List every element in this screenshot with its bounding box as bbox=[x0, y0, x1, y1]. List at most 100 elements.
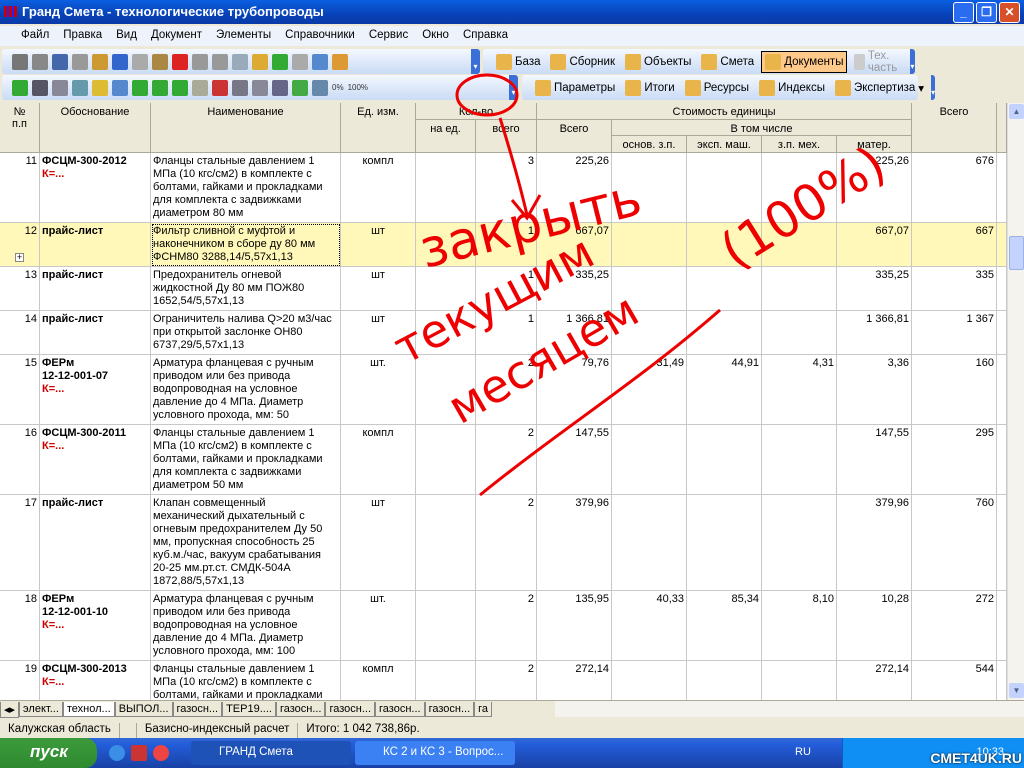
properties-icon[interactable] bbox=[192, 53, 208, 70]
coefficient-link[interactable]: К=... bbox=[42, 676, 148, 689]
copy-icon[interactable] bbox=[52, 53, 68, 70]
coefficient-link[interactable]: К=... bbox=[42, 440, 148, 453]
toolbar-button-objects[interactable]: Объекты bbox=[622, 52, 694, 72]
toolbar-button-estimate[interactable]: Смета bbox=[698, 52, 757, 72]
save-icon[interactable] bbox=[12, 53, 28, 70]
sheet-tab[interactable]: газосн... bbox=[325, 702, 376, 717]
split-icon[interactable] bbox=[312, 53, 328, 70]
menu-1[interactable]: Правка bbox=[56, 26, 109, 46]
maximize-button[interactable]: ❐ bbox=[976, 2, 997, 23]
menu-8[interactable]: Справка bbox=[456, 26, 515, 46]
folder-up-icon[interactable] bbox=[252, 53, 268, 70]
toolbar-options-button[interactable]: ▾ bbox=[509, 75, 518, 100]
add-position-icon[interactable] bbox=[132, 79, 148, 96]
vertical-scrollbar[interactable]: ▲ ▼ bbox=[1007, 103, 1024, 700]
expand-row-button[interactable]: + bbox=[15, 253, 24, 262]
toolbar-options-button[interactable]: ▾ bbox=[471, 49, 480, 74]
binoculars-icon[interactable] bbox=[232, 79, 248, 96]
toolbar-button-tech-part[interactable]: Тех. часть bbox=[851, 48, 905, 76]
scroll-down-button[interactable]: ▼ bbox=[1009, 683, 1024, 698]
sheet-tab[interactable]: элект... bbox=[19, 702, 63, 717]
remove-icon[interactable] bbox=[212, 79, 228, 96]
sheet-tab[interactable]: газосн... bbox=[275, 702, 326, 717]
chart-icon[interactable] bbox=[292, 79, 308, 96]
toolbar-button-documents[interactable]: Документы bbox=[761, 50, 848, 73]
sheet-tab[interactable]: газосн... bbox=[172, 702, 223, 717]
add-material-icon[interactable] bbox=[192, 79, 208, 96]
language-indicator[interactable]: RU bbox=[795, 746, 811, 758]
menu-4[interactable]: Элементы bbox=[209, 26, 278, 46]
calculator-icon[interactable] bbox=[52, 79, 68, 96]
paste-icon[interactable] bbox=[92, 53, 108, 70]
sort-icon[interactable] bbox=[232, 53, 248, 70]
save-all-icon[interactable] bbox=[32, 53, 48, 70]
menu-2[interactable]: Вид bbox=[109, 26, 144, 46]
redo-icon[interactable] bbox=[132, 53, 148, 70]
basis-code: прайс-лист bbox=[42, 269, 104, 281]
percent-0-close-button[interactable]: 0% bbox=[332, 83, 344, 92]
toolbar-button-collection[interactable]: Сборник bbox=[547, 52, 618, 72]
add-work-icon[interactable] bbox=[152, 79, 168, 96]
toolbar-options-button[interactable]: ▾ bbox=[931, 75, 936, 100]
book-icon[interactable] bbox=[312, 79, 328, 96]
mail-agent-icon[interactable] bbox=[153, 745, 169, 761]
navigation-toolbar: База Сборник Объекты Смета Документы Тех. час… bbox=[483, 49, 915, 74]
menu-0[interactable]: Файл bbox=[14, 26, 56, 46]
cut-icon[interactable] bbox=[72, 53, 88, 70]
coefficient-link[interactable]: К=... bbox=[42, 168, 148, 181]
edit-icon[interactable] bbox=[332, 53, 348, 70]
sheet-tab[interactable]: газосн... bbox=[424, 702, 475, 717]
coefficient-link[interactable]: К=... bbox=[42, 619, 148, 632]
collection-label: Сборник bbox=[569, 55, 615, 68]
sheet-tab[interactable]: га bbox=[474, 702, 493, 717]
excel-icon[interactable] bbox=[12, 79, 28, 96]
percent-icon[interactable] bbox=[272, 79, 288, 96]
percent-100-close-button[interactable]: 100% bbox=[348, 83, 368, 92]
toolbar-button-parameters[interactable]: Параметры bbox=[532, 78, 618, 98]
undo-icon[interactable] bbox=[112, 53, 128, 70]
header-basis: Обоснование bbox=[40, 103, 151, 153]
sheet-tab[interactable]: газосн... bbox=[375, 702, 425, 717]
start-button[interactable]: пуск bbox=[0, 738, 97, 768]
horizontal-scrollbar[interactable] bbox=[555, 701, 1024, 717]
sheet-tab[interactable]: ВЫПОЛ... bbox=[114, 702, 173, 717]
sheet-tab[interactable]: технол... bbox=[62, 702, 115, 717]
pdf-icon[interactable] bbox=[131, 745, 147, 761]
status-bar: Калужская область Базисно-индексный расч… bbox=[0, 720, 1024, 738]
tab-scroll-left-button[interactable]: ◂▸ bbox=[0, 701, 20, 718]
grid-icon[interactable] bbox=[32, 79, 48, 96]
scroll-thumb[interactable] bbox=[1009, 236, 1024, 270]
toolbar-button-database[interactable]: База bbox=[493, 52, 543, 72]
find-icon[interactable] bbox=[152, 53, 168, 70]
toolbar-options-button[interactable]: ▾ bbox=[909, 49, 915, 74]
toolbar-button-sum[interactable]: Итоги bbox=[622, 78, 677, 98]
header-unit_cost: Стоимость единицы bbox=[537, 103, 912, 120]
table-icon[interactable] bbox=[212, 53, 228, 70]
internet-explorer-icon[interactable] bbox=[109, 745, 125, 761]
search-doc-icon[interactable] bbox=[72, 79, 88, 96]
menu-6[interactable]: Сервис bbox=[362, 26, 415, 46]
back-icon[interactable] bbox=[272, 53, 288, 70]
minimize-button[interactable]: _ bbox=[953, 2, 974, 23]
delete-icon[interactable] bbox=[172, 53, 188, 70]
sheet-tab[interactable]: ТЕР19.... bbox=[222, 702, 276, 717]
task-grand-smeta[interactable]: ГРАНД Смета bbox=[191, 741, 351, 765]
toolbar-button-resources[interactable]: Ресурсы bbox=[682, 78, 752, 98]
estimate-table: № п.п Обоснование Наименование Ед. изм. Кол-… bbox=[0, 103, 1007, 700]
menu-3[interactable]: Документ bbox=[144, 26, 209, 46]
forward-icon[interactable] bbox=[292, 53, 308, 70]
toolbar-button-expertise[interactable]: Экспертиза ▾ bbox=[832, 78, 927, 98]
toolbar-button-indexes[interactable]: Индексы bbox=[756, 78, 828, 98]
menu-7[interactable]: Окно bbox=[415, 26, 456, 46]
add-resource-icon[interactable] bbox=[172, 79, 188, 96]
coefficient-link[interactable]: К=... bbox=[42, 383, 148, 396]
close-button[interactable]: ✕ bbox=[999, 2, 1020, 23]
scroll-up-button[interactable]: ▲ bbox=[1009, 104, 1024, 119]
menu-5[interactable]: Справочники bbox=[278, 26, 362, 46]
insert-icon[interactable] bbox=[92, 79, 108, 96]
dropdown-arrow-icon[interactable]: ▾ bbox=[918, 81, 924, 95]
align-icon[interactable] bbox=[252, 79, 268, 96]
row-mech-wage: 8,10 bbox=[762, 591, 837, 661]
coefficient-icon[interactable] bbox=[112, 79, 128, 96]
task-browser[interactable]: КС 2 и КС 3 - Вопрос... bbox=[355, 741, 515, 765]
